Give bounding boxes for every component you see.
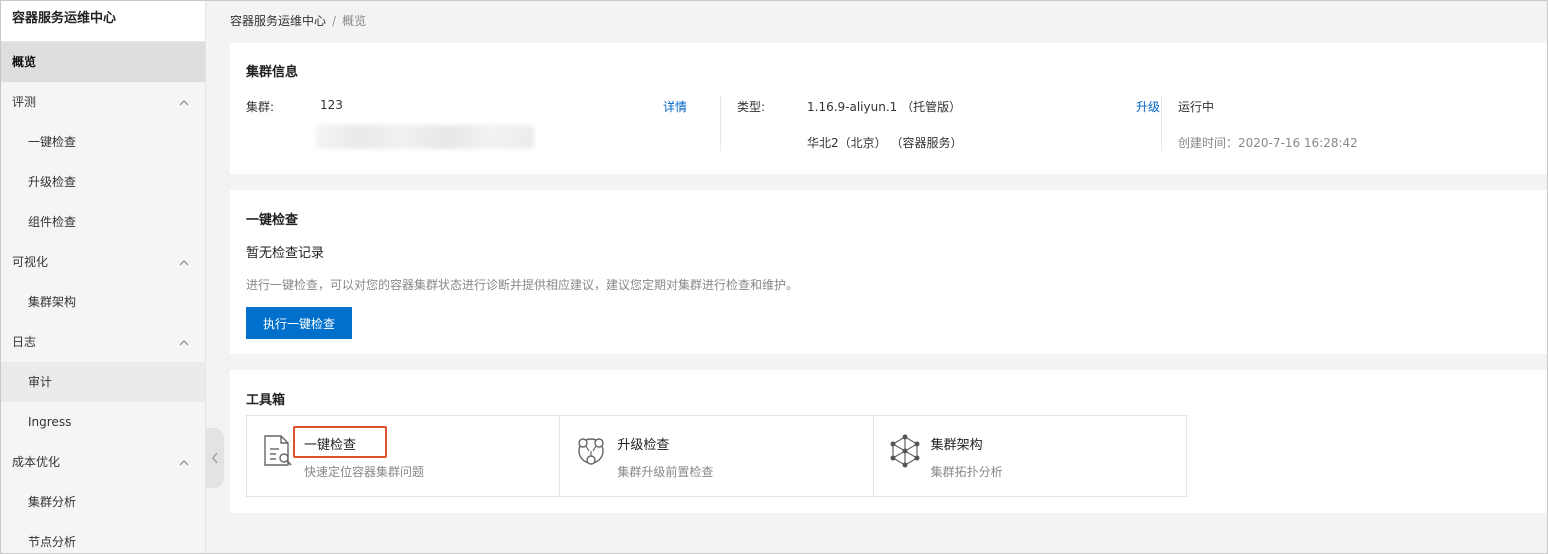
breadcrumb-current: 概览 xyxy=(342,14,367,28)
document-search-icon xyxy=(264,435,292,466)
tool-name: 升级检查 xyxy=(617,438,670,453)
tool-cluster-architecture[interactable]: 集群架构 集群拓扑分析 xyxy=(874,416,1186,496)
sidebar-title: 容器服务运维中心 xyxy=(0,0,205,42)
region-value: 华北2（北京） （容器服务） xyxy=(807,136,963,150)
sidebar-item-upgrade-check[interactable]: 升级检查 xyxy=(0,162,205,202)
toolbox-title: 工具箱 xyxy=(246,393,286,408)
cluster-value: 123 xyxy=(320,98,343,112)
run-quick-check-button[interactable]: 执行一键检查 xyxy=(246,307,352,339)
tool-desc: 集群拓扑分析 xyxy=(930,465,1003,479)
sidebar-item-cluster-analysis[interactable]: 集群分析 xyxy=(0,482,205,522)
toolbox-card: 工具箱 一键检查 快速定位容器集群问题 升级检查 集群升级前置检查 集群架构 集… xyxy=(230,370,1548,513)
chevron-up-icon xyxy=(179,340,189,346)
sidebar: 容器服务运维中心 概览 评测 一键检查 升级检查 组件检查 可视化 集群架构 日… xyxy=(0,0,206,554)
sidebar-group-cost[interactable]: 成本优化 xyxy=(0,442,205,482)
tool-quick-check[interactable]: 一键检查 快速定位容器集群问题 xyxy=(247,416,561,496)
toolbox-grid: 一键检查 快速定位容器集群问题 升级检查 集群升级前置检查 集群架构 集群拓扑分… xyxy=(246,415,1187,497)
type-value: 1.16.9-aliyun.1 （托管版） xyxy=(807,100,962,114)
quick-check-card: 一键检查 暂无检查记录 进行一键检查，可以对您的容器集群状态进行诊断并提供相应建… xyxy=(230,190,1548,354)
tool-desc: 快速定位容器集群问题 xyxy=(304,465,425,479)
upgrade-link[interactable]: 升级 xyxy=(1136,98,1160,115)
quick-check-title: 一键检查 xyxy=(246,213,299,228)
sidebar-item-quick-check[interactable]: 一键检查 xyxy=(0,122,205,162)
cluster-info-title: 集群信息 xyxy=(246,65,299,80)
triangle-nodes-icon xyxy=(578,438,605,465)
chevron-up-icon xyxy=(179,100,189,106)
sidebar-item-overview[interactable]: 概览 xyxy=(0,42,205,82)
breadcrumb-root[interactable]: 容器服务运维中心 xyxy=(230,14,326,28)
sidebar-group-visualization[interactable]: 可视化 xyxy=(0,242,205,282)
quick-check-description: 进行一键检查，可以对您的容器集群状态进行诊断并提供相应建议，建议您定期对集群进行… xyxy=(246,278,799,292)
created-time: 创建时间：2020-7-16 16:28:42 xyxy=(1178,136,1358,150)
sidebar-item-component-check[interactable]: 组件检查 xyxy=(0,202,205,242)
sidebar-item-audit[interactable]: 审计 xyxy=(0,362,205,402)
cluster-status: 运行中 xyxy=(1178,100,1215,114)
details-link[interactable]: 详情 xyxy=(663,98,687,115)
redacted-cluster-id xyxy=(316,125,534,149)
chevron-up-icon xyxy=(179,460,189,466)
tool-name: 一键检查 xyxy=(304,438,357,453)
sidebar-item-cluster-architecture[interactable]: 集群架构 xyxy=(0,282,205,322)
sidebar-group-label: 日志 xyxy=(12,335,37,349)
no-record-text: 暂无检查记录 xyxy=(246,246,325,261)
sidebar-group-label: 评测 xyxy=(12,95,37,109)
cluster-label: 集群: xyxy=(246,100,275,114)
tool-desc: 集群升级前置检查 xyxy=(617,465,714,479)
sidebar-group-logs[interactable]: 日志 xyxy=(0,322,205,362)
sidebar-group-evaluation[interactable]: 评测 xyxy=(0,82,205,122)
sidebar-group-label: 可视化 xyxy=(12,255,49,269)
topology-icon xyxy=(890,434,920,468)
main-content: 容器服务运维中心 / 概览 集群信息 集群: 123 详情 类型: 1.16.9-a… xyxy=(207,0,1548,554)
sidebar-item-node-analysis[interactable]: 节点分析 xyxy=(0,522,205,554)
type-label: 类型: xyxy=(737,100,766,114)
cluster-info-card: 集群信息 集群: 123 详情 类型: 1.16.9-aliyun.1 （托管版… xyxy=(230,43,1548,174)
sidebar-group-label: 成本优化 xyxy=(12,455,61,469)
tool-upgrade-check[interactable]: 升级检查 集群升级前置检查 xyxy=(560,416,874,496)
sidebar-item-ingress[interactable]: Ingress xyxy=(0,402,205,442)
breadcrumb: 容器服务运维中心 / 概览 xyxy=(230,12,366,29)
tool-name: 集群架构 xyxy=(930,438,983,453)
breadcrumb-separator: / xyxy=(332,14,337,28)
chevron-up-icon xyxy=(179,260,189,266)
